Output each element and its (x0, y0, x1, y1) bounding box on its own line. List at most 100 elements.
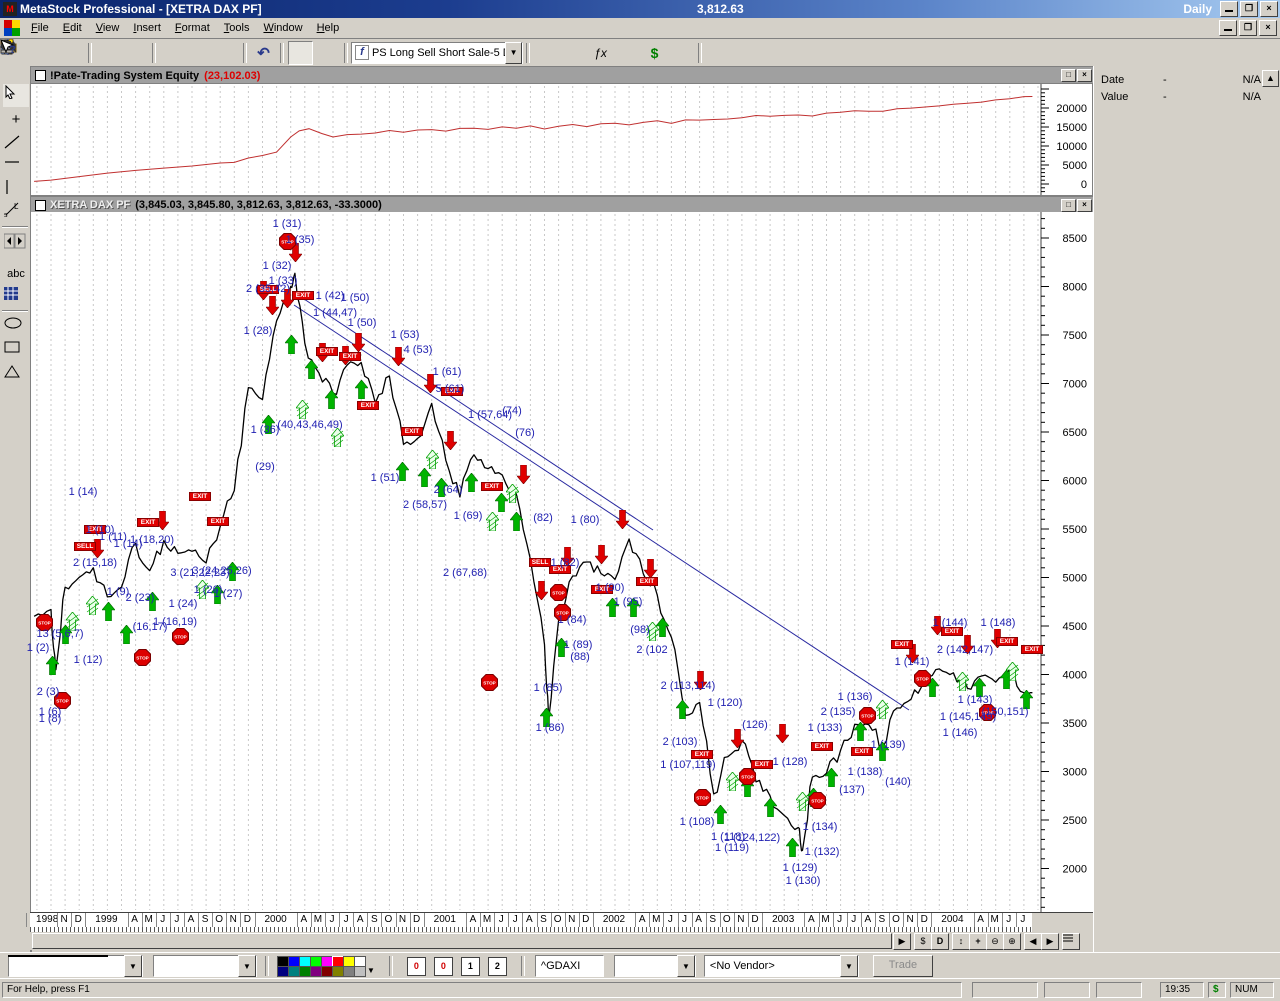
x-axis-separator (931, 913, 932, 927)
layout-page-2-button[interactable]: 2 (488, 957, 507, 976)
x-axis-separator (508, 913, 509, 927)
save-button[interactable] (59, 41, 84, 65)
scroll-right-icon[interactable]: ▶ (893, 933, 911, 950)
mdi-minimize-button[interactable] (1219, 20, 1237, 36)
print-preview-button[interactable] (123, 41, 148, 65)
menu-insert[interactable]: Insert (126, 19, 168, 37)
paste-button[interactable] (214, 41, 239, 65)
interval-dropdown[interactable]: ▼ (614, 955, 696, 977)
rectangle-tool-icon[interactable] (3, 340, 29, 363)
line-weight-arrow-icon[interactable]: ▼ (238, 955, 256, 977)
price-chart-pane[interactable]: 2000250030003500400045005000550060006500… (30, 212, 1093, 912)
trade-button[interactable]: Trade (873, 955, 933, 977)
x-axis-separator (988, 913, 989, 927)
x-axis-label: A (131, 914, 138, 925)
price-close-button[interactable]: × (1077, 199, 1092, 212)
layout-page-1-button[interactable]: 1 (461, 957, 480, 976)
expert-advisor-icon[interactable] (534, 41, 559, 65)
color-swatch[interactable] (354, 966, 366, 977)
minimize-button[interactable] (1220, 1, 1238, 17)
explorer-binoculars-icon[interactable] (669, 41, 694, 65)
vendor-dropdown[interactable]: <No Vendor> ▼ (704, 955, 859, 977)
x-axis-label: J (668, 914, 673, 925)
layout-page-0b-button[interactable]: 0 (434, 957, 453, 976)
cut-icon[interactable] (160, 41, 185, 65)
regression-tool-icon[interactable]: sL (3, 200, 29, 223)
crosshair-pointer-icon[interactable]: + (3, 108, 29, 131)
menu-format[interactable]: Format (168, 19, 217, 37)
x-axis: 1998ND1999AMJJASOND2000AMJJASOND2001AMJJ… (30, 912, 1032, 933)
equity-chart-pane[interactable]: 05000100001500020000 (30, 83, 1093, 196)
menu-tools[interactable]: Tools (217, 19, 257, 37)
text-tool-icon[interactable]: abc (3, 262, 29, 285)
undo-icon[interactable]: ↶ (251, 41, 276, 65)
scroll-buttons[interactable] (3, 232, 29, 255)
x-axis-label: A (188, 914, 195, 925)
x-axis-label: M (483, 914, 491, 925)
equity-window-icon[interactable] (35, 70, 46, 81)
move-chart-icon[interactable]: + (969, 933, 987, 950)
menu-window[interactable]: Window (256, 19, 309, 37)
symbol-field[interactable]: ^GDAXI (535, 955, 604, 977)
expert-commentary-icon[interactable] (561, 41, 586, 65)
periodicity-icon[interactable]: D (931, 933, 949, 950)
palette-arrow-icon[interactable]: ▼ (367, 966, 375, 975)
zoom-tool-icon[interactable] (315, 41, 340, 65)
zoom-in-icon[interactable]: ⊕ (1003, 933, 1021, 950)
price-window-ohlc: (3,845.03, 3,845.80, 3,812.63, 3,812.63,… (135, 199, 381, 211)
mdi-close-button[interactable]: × (1259, 20, 1277, 36)
x-axis-separator (240, 913, 241, 927)
triangle-tool-icon[interactable] (3, 364, 29, 387)
x-axis-separator (1002, 913, 1003, 927)
menu-help[interactable]: Help (310, 19, 347, 37)
x-axis-separator (819, 913, 820, 927)
crosshair-tool-icon[interactable] (288, 41, 313, 65)
x-axis-label: J (1020, 914, 1025, 925)
page-left-icon[interactable]: ◀ (1024, 933, 1042, 950)
x-axis-label: O (892, 914, 900, 925)
mdi-restore-button[interactable]: ❒ (1239, 20, 1257, 36)
price-window-icon[interactable] (35, 200, 46, 211)
data-row-value: Value-N/A (1101, 91, 1261, 103)
vendor-arrow-icon[interactable]: ▼ (840, 955, 858, 977)
chart-system-icon[interactable] (4, 20, 20, 36)
menu-file[interactable]: File (24, 19, 56, 37)
line-style-arrow-icon[interactable]: ▼ (124, 955, 142, 977)
menu-edit[interactable]: Edit (56, 19, 89, 37)
formula-dropdown[interactable]: f PS Long Sell Short Sale-5 Da ▼ (351, 42, 523, 64)
close-button[interactable]: × (1260, 1, 1278, 17)
equity-maximize-button[interactable]: □ (1061, 69, 1076, 82)
price-maximize-button[interactable]: □ (1061, 199, 1076, 212)
style-toolbar: ▼ ▼ ▼ 0 0 1 2 ^GDAXI ▼ <No Vendor> ▼ Tra… (0, 952, 1280, 979)
print-button[interactable] (96, 41, 121, 65)
options-dollar-icon[interactable]: $ (642, 41, 667, 65)
status-time: 19:35 (1160, 982, 1204, 998)
ellipse-tool-icon[interactable] (3, 316, 29, 339)
grid-tool-icon[interactable] (3, 286, 29, 309)
layout-page-0a-button[interactable]: 0 (407, 957, 426, 976)
pointer-tool-icon[interactable] (3, 84, 29, 107)
vertical-zoom-icon[interactable]: ↕ (952, 933, 970, 950)
x-axis-separator (833, 913, 834, 927)
scrollbar-thumb[interactable] (32, 933, 892, 949)
x-axis-label: N (737, 914, 744, 925)
refresh-data-icon[interactable]: $ (914, 933, 932, 950)
zoom-out-icon[interactable]: ⊖ (986, 933, 1004, 950)
page-right-icon[interactable]: ▶ (1041, 933, 1059, 950)
equity-close-button[interactable]: × (1077, 69, 1092, 82)
copy-button[interactable] (187, 41, 212, 65)
open-button[interactable] (32, 41, 57, 65)
context-help-icon[interactable]: ? (706, 41, 731, 65)
interval-arrow-icon[interactable]: ▼ (677, 955, 695, 977)
formula-dropdown-arrow-icon[interactable]: ▼ (505, 42, 522, 64)
indicator-builder-icon[interactable]: ƒx (588, 41, 613, 65)
menu-view[interactable]: View (89, 19, 127, 37)
system-tester-icon[interactable] (615, 41, 640, 65)
x-axis-label: A (300, 914, 307, 925)
line-weight-dropdown[interactable]: ▼ (153, 955, 257, 977)
trendline-tool-icon[interactable] (3, 134, 29, 157)
vertical-line-tool-icon[interactable] (3, 178, 29, 201)
chart-list-icon[interactable] (1062, 933, 1080, 950)
restore-button[interactable]: ❒ (1240, 1, 1258, 17)
scroll-up-icon[interactable]: ▲ (1262, 70, 1279, 87)
